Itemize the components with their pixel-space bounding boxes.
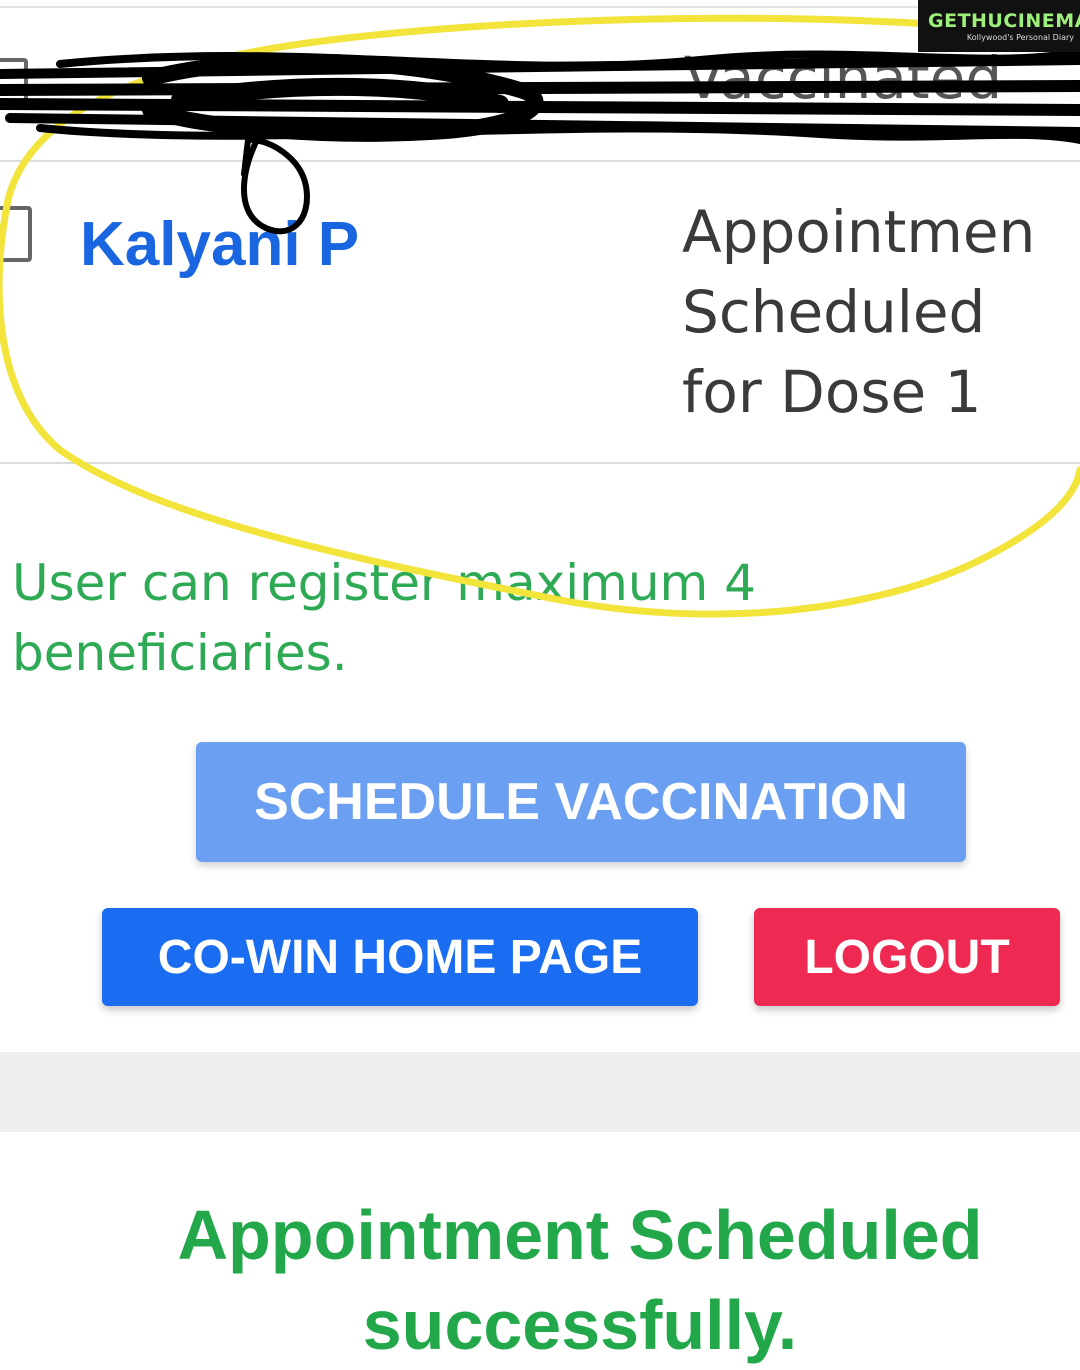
watermark-logo: GETHUCINEMA Kollywood's Personal Diary (918, 0, 1080, 52)
beneficiary-status: Appointmen Scheduled for Dose 1 (682, 192, 1080, 432)
row-divider (0, 160, 1080, 162)
checkbox-icon[interactable] (0, 206, 32, 262)
section-separator (0, 1052, 1080, 1132)
watermark-subtitle: Kollywood's Personal Diary (966, 33, 1074, 42)
cowin-home-page-button[interactable]: CO-WIN HOME PAGE (102, 908, 698, 1006)
success-message: Appointment Scheduled successfully. (177, 1196, 983, 1364)
status-line: Appointmen (682, 198, 1036, 266)
status-line: for Dose 1 (682, 358, 982, 426)
row-divider (0, 462, 1080, 464)
schedule-vaccination-button[interactable]: SCHEDULE VACCINATION (196, 742, 966, 862)
watermark-title: GETHUCINEMA (928, 10, 1080, 32)
max-beneficiaries-notice: User can register maximum 4 beneficiarie… (12, 554, 756, 682)
status-line: Scheduled (682, 278, 986, 346)
logout-button[interactable]: LOGOUT (754, 908, 1060, 1006)
beneficiary-name-link[interactable]: Kalyani P (80, 214, 359, 276)
checkbox-icon[interactable] (0, 58, 28, 108)
